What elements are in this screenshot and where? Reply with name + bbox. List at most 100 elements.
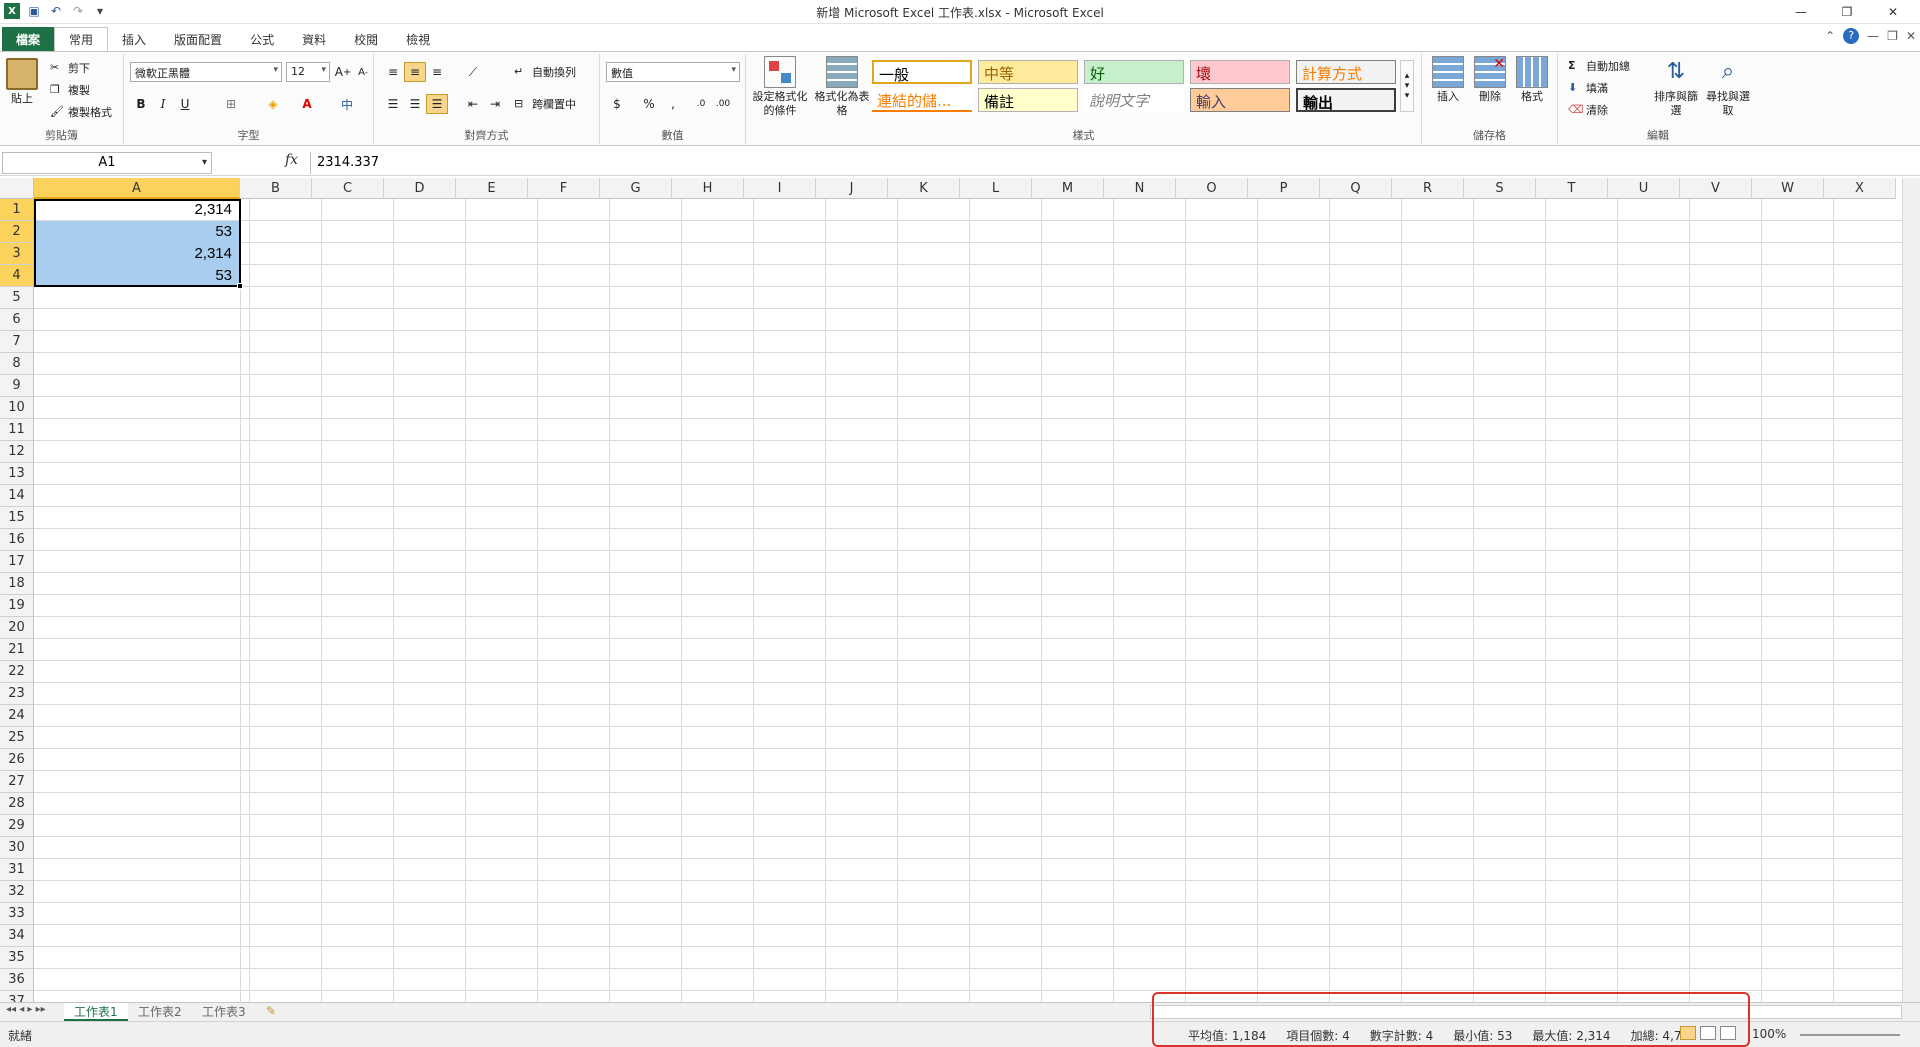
align-top-icon[interactable]: ≡ bbox=[382, 62, 404, 82]
restore-icon[interactable]: ❐ bbox=[1824, 2, 1870, 22]
tab-home[interactable]: 常用 bbox=[54, 27, 109, 51]
minimize-ribbon-icon[interactable]: ⌃ bbox=[1825, 29, 1835, 43]
style-linked-cell[interactable]: 連結的儲... bbox=[872, 88, 972, 112]
shrink-font-icon[interactable]: A- bbox=[352, 62, 374, 82]
column-header-n[interactable]: N bbox=[1104, 178, 1176, 199]
minimize-icon[interactable]: — bbox=[1778, 2, 1824, 22]
tab-data[interactable]: 資料 bbox=[288, 27, 340, 51]
row-header-26[interactable]: 26 bbox=[0, 749, 34, 771]
currency-icon[interactable]: $ bbox=[606, 94, 628, 114]
row-header-25[interactable]: 25 bbox=[0, 727, 34, 749]
increase-indent-icon[interactable]: ⇥ bbox=[484, 94, 506, 114]
grow-font-icon[interactable]: A + bbox=[332, 62, 354, 82]
row-header-2[interactable]: 2 bbox=[0, 221, 34, 243]
row-header-14[interactable]: 14 bbox=[0, 485, 34, 507]
style-output[interactable]: 輸出 bbox=[1296, 88, 1396, 112]
row-header-15[interactable]: 15 bbox=[0, 507, 34, 529]
merge-center-button[interactable]: ⊟ 跨欄置中 bbox=[514, 96, 576, 112]
styles-gallery-scroll[interactable]: ▴ ▾ ▾ bbox=[1400, 60, 1414, 112]
row-header-21[interactable]: 21 bbox=[0, 639, 34, 661]
sheet-tab-2[interactable]: 工作表2 bbox=[128, 1003, 192, 1021]
underline-icon[interactable]: U bbox=[174, 94, 196, 114]
fill-handle[interactable] bbox=[237, 283, 243, 289]
paste-button[interactable]: 貼上 bbox=[6, 58, 38, 106]
wrap-text-button[interactable]: ↵ 自動換列 bbox=[514, 64, 576, 80]
worksheet-grid[interactable]: A B C D E F G H I J K L M N O P Q R S T U V W X 1 2 3 4 5 6 7 8 9 10 11 12 1… bbox=[0, 178, 1902, 1004]
row-header-5[interactable]: 5 bbox=[0, 287, 34, 309]
doc-close-icon[interactable]: ✕ bbox=[1906, 29, 1916, 43]
style-explanatory[interactable]: 說明文字 bbox=[1084, 88, 1184, 112]
tab-review[interactable]: 校閱 bbox=[340, 27, 392, 51]
formula-input[interactable]: 2314.337 bbox=[310, 152, 1908, 174]
normal-view-icon[interactable] bbox=[1680, 1026, 1696, 1040]
fill-button[interactable]: ⬇ 填滿 bbox=[1568, 80, 1608, 96]
tab-view[interactable]: 檢視 bbox=[392, 27, 444, 51]
copy-button[interactable]: ❐ 複製 bbox=[50, 82, 90, 98]
row-header-4[interactable]: 4 bbox=[0, 265, 34, 287]
align-center-icon[interactable]: ☰ bbox=[404, 94, 426, 114]
conditional-format-button[interactable]: 設定格式化的條件 bbox=[750, 56, 810, 118]
column-header-s[interactable]: S bbox=[1464, 178, 1536, 199]
row-header-9[interactable]: 9 bbox=[0, 375, 34, 397]
column-header-g[interactable]: G bbox=[600, 178, 672, 199]
row-header-28[interactable]: 28 bbox=[0, 793, 34, 815]
row-header-33[interactable]: 33 bbox=[0, 903, 34, 925]
row-header-6[interactable]: 6 bbox=[0, 309, 34, 331]
horizontal-scrollbar[interactable] bbox=[1150, 1005, 1902, 1019]
align-middle-icon[interactable]: ≡ bbox=[404, 62, 426, 82]
style-calculation[interactable]: 計算方式 bbox=[1296, 60, 1396, 84]
page-break-view-icon[interactable] bbox=[1720, 1026, 1736, 1040]
font-color-icon[interactable]: A bbox=[296, 94, 318, 114]
cut-button[interactable]: ✂ 剪下 bbox=[50, 60, 90, 76]
insert-function-icon[interactable]: fx bbox=[285, 152, 298, 168]
number-format-combo[interactable]: 數值 bbox=[606, 62, 740, 82]
row-header-1[interactable]: 1 bbox=[0, 199, 34, 221]
zoom-level[interactable]: 100% bbox=[1752, 1027, 1786, 1041]
column-header-e[interactable]: E bbox=[456, 178, 528, 199]
row-header-22[interactable]: 22 bbox=[0, 661, 34, 683]
sheet-tab-1[interactable]: 工作表1 bbox=[64, 1003, 128, 1021]
column-header-u[interactable]: U bbox=[1608, 178, 1680, 199]
percent-icon[interactable]: % bbox=[638, 94, 660, 114]
column-header-p[interactable]: P bbox=[1248, 178, 1320, 199]
row-header-24[interactable]: 24 bbox=[0, 705, 34, 727]
increase-decimal-icon[interactable]: .0 bbox=[690, 94, 712, 114]
row-header-16[interactable]: 16 bbox=[0, 529, 34, 551]
column-header-x[interactable]: X bbox=[1824, 178, 1896, 199]
column-header-a[interactable]: A bbox=[34, 178, 240, 199]
decrease-decimal-icon[interactable]: .00 bbox=[712, 94, 734, 114]
row-header-27[interactable]: 27 bbox=[0, 771, 34, 793]
tab-insert[interactable]: 插入 bbox=[108, 27, 160, 51]
row-header-3[interactable]: 3 bbox=[0, 243, 34, 265]
decrease-indent-icon[interactable]: ⇤ bbox=[462, 94, 484, 114]
italic-icon[interactable]: I bbox=[152, 94, 174, 114]
new-sheet-icon[interactable]: ✎ bbox=[266, 1004, 276, 1018]
delete-cells-button[interactable]: ✕ 刪除 bbox=[1472, 56, 1508, 104]
row-header-19[interactable]: 19 bbox=[0, 595, 34, 617]
row-header-30[interactable]: 30 bbox=[0, 837, 34, 859]
row-header-29[interactable]: 29 bbox=[0, 815, 34, 837]
orientation-icon[interactable]: ⟋ bbox=[462, 62, 484, 82]
style-good[interactable]: 好 bbox=[1084, 60, 1184, 84]
row-header-8[interactable]: 8 bbox=[0, 353, 34, 375]
style-normal[interactable]: 一般 bbox=[872, 60, 972, 84]
row-header-7[interactable]: 7 bbox=[0, 331, 34, 353]
row-header-20[interactable]: 20 bbox=[0, 617, 34, 639]
column-header-c[interactable]: C bbox=[312, 178, 384, 199]
row-header-35[interactable]: 35 bbox=[0, 947, 34, 969]
style-neutral[interactable]: 中等 bbox=[978, 60, 1078, 84]
column-header-i[interactable]: I bbox=[744, 178, 816, 199]
column-header-f[interactable]: F bbox=[528, 178, 600, 199]
style-input[interactable]: 輸入 bbox=[1190, 88, 1290, 112]
tab-page-layout[interactable]: 版面配置 bbox=[160, 27, 236, 51]
row-header-17[interactable]: 17 bbox=[0, 551, 34, 573]
row-header-23[interactable]: 23 bbox=[0, 683, 34, 705]
help-icon[interactable]: ? bbox=[1843, 28, 1860, 44]
style-note[interactable]: 備註 bbox=[978, 88, 1078, 112]
bold-icon[interactable]: B bbox=[130, 94, 152, 114]
borders-icon[interactable]: ⊞ bbox=[220, 94, 242, 114]
name-box[interactable]: A1 bbox=[2, 152, 212, 174]
fill-color-icon[interactable]: ◈ bbox=[262, 94, 284, 114]
tab-file[interactable]: 檔案 bbox=[2, 27, 55, 51]
align-bottom-icon[interactable]: ≡ bbox=[426, 62, 448, 82]
